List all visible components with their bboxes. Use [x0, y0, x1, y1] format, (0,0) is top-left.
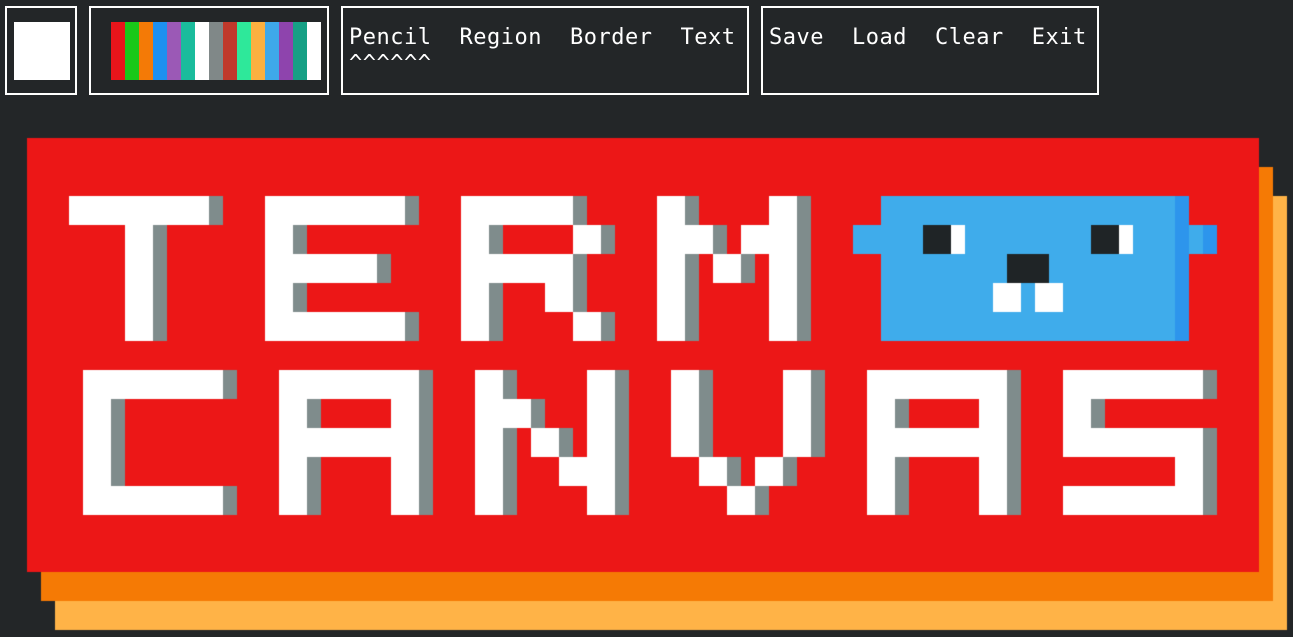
palette-swatch[interactable]: [125, 22, 139, 80]
tools-panel: Pencil Region Border Text ^^^^^^: [341, 6, 749, 95]
save-button[interactable]: Save: [769, 24, 824, 52]
palette-swatch[interactable]: [223, 22, 237, 80]
palette-swatch[interactable]: [293, 22, 307, 80]
current-color-panel: [5, 6, 77, 95]
selected-tool-indicator: ^^^^^^: [349, 51, 432, 76]
tool-pencil-button[interactable]: Pencil: [349, 24, 431, 52]
palette-swatch[interactable]: [139, 22, 153, 80]
palette-swatch[interactable]: [111, 22, 125, 80]
color-palette: [111, 22, 321, 80]
actions-panel: Save Load Clear Exit: [761, 6, 1099, 95]
palette-swatch[interactable]: [167, 22, 181, 80]
palette-swatch[interactable]: [195, 22, 209, 80]
palette-swatch[interactable]: [209, 22, 223, 80]
palette-swatch[interactable]: [153, 22, 167, 80]
tool-text-button[interactable]: Text: [680, 24, 735, 52]
palette-swatch[interactable]: [237, 22, 251, 80]
palette-swatch[interactable]: [251, 22, 265, 80]
tool-border-button[interactable]: Border: [570, 24, 652, 52]
palette-swatch[interactable]: [279, 22, 293, 80]
current-color-swatch[interactable]: [14, 22, 70, 80]
color-palette-panel: [89, 6, 329, 95]
load-button[interactable]: Load: [852, 24, 907, 52]
palette-swatch[interactable]: [307, 22, 321, 80]
tools-menu: Pencil Region Border Text: [349, 24, 735, 52]
palette-swatch[interactable]: [181, 22, 195, 80]
clear-button[interactable]: Clear: [935, 24, 1004, 52]
exit-button[interactable]: Exit: [1032, 24, 1087, 52]
drawing-canvas[interactable]: [0, 0, 1293, 637]
actions-menu: Save Load Clear Exit: [769, 24, 1087, 52]
palette-swatch[interactable]: [265, 22, 279, 80]
tool-region-button[interactable]: Region: [459, 24, 541, 52]
